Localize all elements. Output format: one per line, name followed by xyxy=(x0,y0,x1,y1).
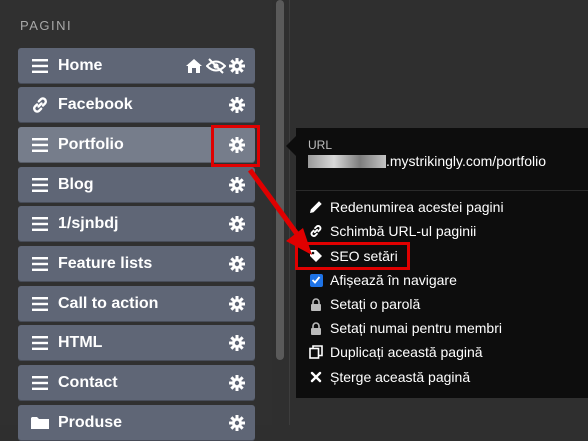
link-icon xyxy=(308,224,324,238)
sidebar-item-label: Contact xyxy=(58,374,118,391)
seo-highlight-box xyxy=(295,242,410,270)
sidebar-item-1-sjnbdj[interactable]: 1/sjnbdj xyxy=(18,206,255,242)
pages-sidebar: PAGINI Home Facebook Portfolio Blog 1/sj… xyxy=(0,0,272,441)
sidebar-item-label: Facebook xyxy=(58,96,133,113)
panel-divider xyxy=(289,0,290,425)
url-value: .mystrikingly.com/portfolio xyxy=(308,153,576,170)
lock-icon xyxy=(308,297,324,311)
eye-slash-icon xyxy=(206,58,226,74)
gear-icon[interactable] xyxy=(229,256,245,272)
gear-icon[interactable] xyxy=(229,177,245,193)
gear-icon[interactable] xyxy=(229,335,245,351)
sidebar-item-facebook[interactable]: Facebook xyxy=(18,87,255,123)
sidebar-item-label: Feature lists xyxy=(58,255,153,272)
sidebar-item-label: Blog xyxy=(58,176,94,193)
hamburger-icon[interactable] xyxy=(29,297,51,311)
gear-icon[interactable] xyxy=(229,415,245,431)
gear-highlight-box xyxy=(211,125,260,167)
sidebar-item-contact[interactable]: Contact xyxy=(18,365,255,401)
sidebar-item-label: Portfolio xyxy=(58,136,124,153)
url-text: .mystrikingly.com/portfolio xyxy=(386,153,547,169)
gear-icon[interactable] xyxy=(229,296,245,312)
copy-icon xyxy=(308,345,324,359)
menu-item-label: Setați numai pentru membri xyxy=(330,320,502,336)
gear-icon[interactable] xyxy=(229,97,245,113)
menu-item-label: Duplicați această pagină xyxy=(330,344,483,360)
menu-item-duplicate[interactable]: Duplicați această pagină xyxy=(308,341,483,363)
popup-pointer xyxy=(286,136,296,156)
menu-item-label: Șterge această pagină xyxy=(330,369,471,385)
link-icon xyxy=(29,96,51,114)
hamburger-icon[interactable] xyxy=(29,217,51,231)
menu-item-label: Setați o parolă xyxy=(330,296,421,312)
pencil-icon xyxy=(308,200,324,214)
hamburger-icon[interactable] xyxy=(29,138,51,152)
hamburger-icon[interactable] xyxy=(29,59,51,73)
hamburger-icon[interactable] xyxy=(29,178,51,192)
close-icon xyxy=(308,371,324,383)
gear-icon[interactable] xyxy=(229,375,245,391)
sidebar-item-label: Call to action xyxy=(58,295,159,312)
folder-icon xyxy=(29,416,51,430)
menu-item-set-password[interactable]: Setați o parolă xyxy=(308,293,420,315)
sidebar-item-label: Home xyxy=(58,57,103,74)
sidebar-scrollbar[interactable] xyxy=(276,0,284,360)
hamburger-icon[interactable] xyxy=(29,336,51,350)
home-icon xyxy=(185,58,203,74)
sidebar-item-home[interactable]: Home xyxy=(18,48,255,84)
menu-item-label: Afișează în navigare xyxy=(330,272,457,288)
sidebar-item-feature-lists[interactable]: Feature lists xyxy=(18,246,255,282)
menu-item-label: Schimbă URL-ul paginii xyxy=(330,223,477,239)
sidebar-item-label: 1/sjnbdj xyxy=(58,215,119,232)
url-label: URL xyxy=(308,138,333,152)
sidebar-item-blog[interactable]: Blog xyxy=(18,167,255,203)
sidebar-title: PAGINI xyxy=(20,18,73,33)
hamburger-icon[interactable] xyxy=(29,376,51,390)
sidebar-item-html[interactable]: HTML xyxy=(18,325,255,361)
menu-item-change-url[interactable]: Schimbă URL-ul paginii xyxy=(308,220,476,242)
lock-icon xyxy=(308,321,324,335)
redacted-subdomain xyxy=(308,155,386,168)
menu-item-rename[interactable]: Redenumirea acestei pagini xyxy=(308,196,504,218)
menu-item-members-only[interactable]: Setați numai pentru membri xyxy=(308,317,502,339)
sidebar-item-label: Produse xyxy=(58,414,123,431)
menu-item-label: Redenumirea acestei pagini xyxy=(330,199,504,215)
sidebar-item-produse[interactable]: Produse xyxy=(18,405,255,441)
menu-item-show-in-nav[interactable]: Afișează în navigare xyxy=(308,269,457,291)
menu-item-delete[interactable]: Șterge această pagină xyxy=(308,366,470,388)
show-in-nav-checkbox[interactable] xyxy=(309,273,323,287)
popup-divider xyxy=(296,190,588,191)
gear-icon[interactable] xyxy=(229,58,245,74)
hamburger-icon[interactable] xyxy=(29,257,51,271)
sidebar-item-label: HTML xyxy=(58,334,103,351)
sidebar-item-call-to-action[interactable]: Call to action xyxy=(18,286,255,322)
gear-icon[interactable] xyxy=(229,216,245,232)
